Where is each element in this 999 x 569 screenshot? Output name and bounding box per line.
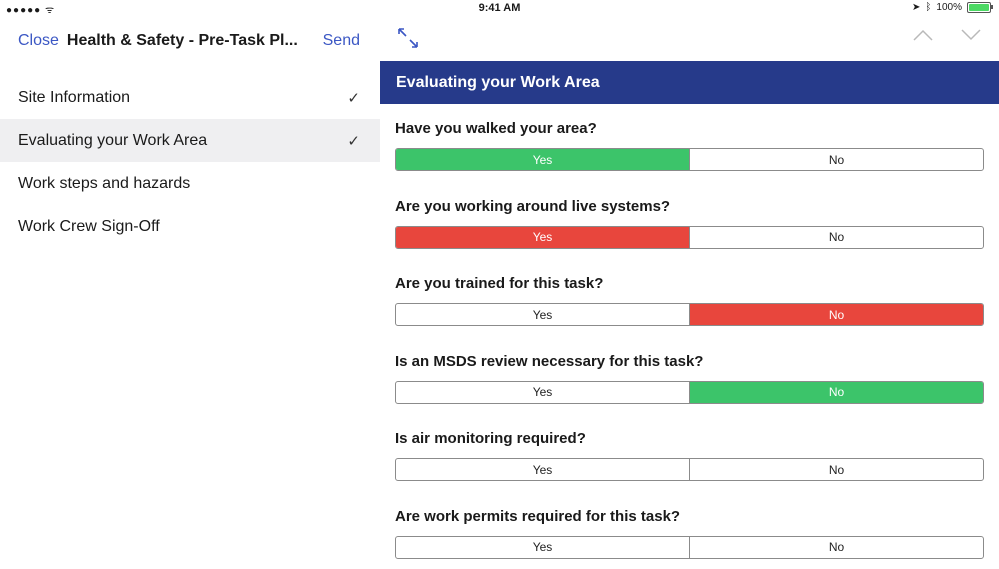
chevron-up-icon[interactable] <box>912 28 934 42</box>
sidebar-item[interactable]: Evaluating your Work Area✓ <box>0 119 380 162</box>
send-button[interactable]: Send <box>323 32 360 50</box>
expand-icon[interactable] <box>396 26 420 50</box>
yes-button[interactable]: Yes <box>396 227 689 248</box>
no-button[interactable]: No <box>689 459 983 480</box>
nav-bar: Close Health & Safety - Pre-Task Pl... S… <box>18 30 360 52</box>
yes-no-segmented-control: YesNo <box>395 226 984 249</box>
question-row: Are work permits required for this task?… <box>395 492 985 569</box>
question-text: Are work permits required for this task? <box>395 508 680 525</box>
sidebar-item-label: Work steps and hazards <box>18 175 360 193</box>
yes-button[interactable]: Yes <box>396 304 689 325</box>
status-bar: ●●●●● ᯤ 9:41 AM ➤ ᛒ 100% <box>0 0 999 18</box>
battery-nub <box>991 5 993 9</box>
close-button[interactable]: Close <box>18 32 59 50</box>
yes-no-segmented-control: YesNo <box>395 148 984 171</box>
sidebar-item-label: Evaluating your Work Area <box>18 132 347 150</box>
question-row: Are you working around live systems? YesN… <box>395 182 985 260</box>
no-button[interactable]: No <box>689 227 983 248</box>
section-header: Evaluating your Work Area <box>380 61 999 104</box>
question-row: Is air monitoring required? YesNo <box>395 414 985 492</box>
yes-button[interactable]: Yes <box>396 382 689 403</box>
question-text: Are you trained for this task? <box>395 275 603 292</box>
battery-fill <box>969 4 989 11</box>
question-text: Is air monitoring required? <box>395 430 586 447</box>
bluetooth-icon: ᛒ <box>925 2 931 13</box>
question-text: Have you walked your area? <box>395 120 597 137</box>
main-panel: Evaluating your Work Area Have you walke… <box>380 18 999 565</box>
yes-no-segmented-control: YesNo <box>395 536 984 559</box>
yes-no-segmented-control: YesNo <box>395 458 984 481</box>
battery-icon <box>967 2 991 13</box>
form-title: Health & Safety - Pre-Task Pl... <box>67 32 315 50</box>
question-text: Is an MSDS review necessary for this tas… <box>395 353 703 370</box>
sidebar-item-label: Work Crew Sign-Off <box>18 218 360 236</box>
sidebar-item-label: Site Information <box>18 89 347 107</box>
yes-no-segmented-control: YesNo <box>395 381 984 404</box>
checkmark-icon: ✓ <box>347 89 360 107</box>
sidebar-item[interactable]: Work steps and hazards <box>0 162 380 205</box>
no-button[interactable]: No <box>689 382 983 403</box>
yes-no-segmented-control: YesNo <box>395 303 984 326</box>
question-list: Have you walked your area?YesNoAre you w… <box>395 104 985 569</box>
question-row: Have you walked your area? YesNo <box>395 104 985 182</box>
sidebar: Close Health & Safety - Pre-Task Pl... S… <box>0 18 380 565</box>
status-right: ➤ ᛒ 100% <box>912 2 991 13</box>
chevron-down-icon[interactable] <box>960 28 982 42</box>
yes-button[interactable]: Yes <box>396 537 689 558</box>
question-row: Are you trained for this task? YesNo <box>395 259 985 337</box>
yes-button[interactable]: Yes <box>396 459 689 480</box>
checkmark-icon: ✓ <box>347 132 360 150</box>
clock: 9:41 AM <box>0 2 999 14</box>
no-button[interactable]: No <box>689 304 983 325</box>
location-icon: ➤ <box>912 2 920 13</box>
no-button[interactable]: No <box>689 537 983 558</box>
question-text: Are you working around live systems? <box>395 198 670 215</box>
sidebar-item[interactable]: Site Information✓ <box>0 76 380 119</box>
question-row: Is an MSDS review necessary for this tas… <box>395 337 985 415</box>
section-list: Site Information✓Evaluating your Work Ar… <box>0 76 380 248</box>
yes-button[interactable]: Yes <box>396 149 689 170</box>
battery-text: 100% <box>936 2 962 13</box>
sidebar-item[interactable]: Work Crew Sign-Off <box>0 205 380 248</box>
no-button[interactable]: No <box>689 149 983 170</box>
